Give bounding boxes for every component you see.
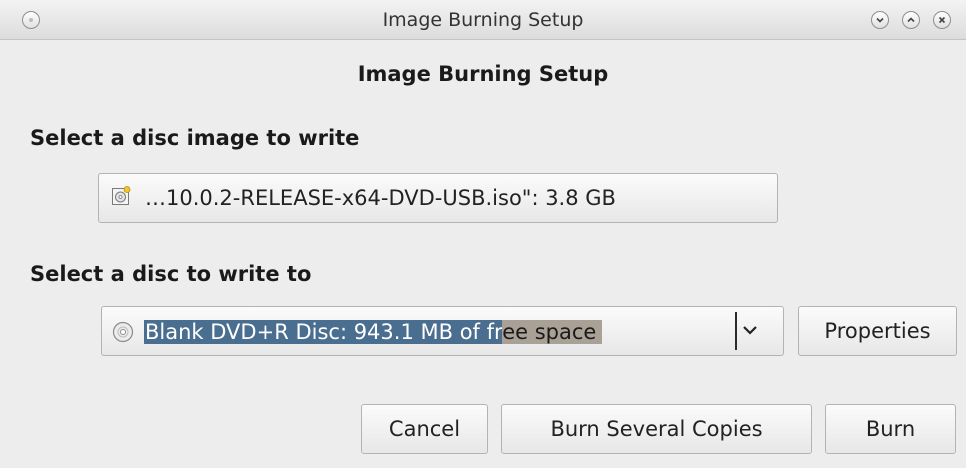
combo-separator xyxy=(735,312,737,350)
disc-selection-part1: Blank DVD+R Disc: 943.1 MB of fr xyxy=(144,320,503,344)
burn-button[interactable]: Burn xyxy=(825,404,956,454)
image-file-button[interactable]: …10.0.2-RELEASE-x64-DVD-USB.iso": 3.8 GB xyxy=(98,173,778,223)
chevron-down-icon[interactable] xyxy=(741,322,759,341)
select-disc-label: Select a disc to write to xyxy=(30,262,312,286)
window-titlebar[interactable]: Image Burning Setup xyxy=(0,0,966,40)
maximize-icon[interactable] xyxy=(902,11,920,29)
close-icon[interactable] xyxy=(933,11,951,29)
optical-disc-icon xyxy=(112,321,134,347)
minimize-icon[interactable] xyxy=(871,11,889,29)
disc-selection-part2: ee space xyxy=(502,320,603,344)
disc-image-icon xyxy=(111,185,131,211)
burn-several-copies-button[interactable]: Burn Several Copies xyxy=(501,404,812,454)
select-image-label: Select a disc image to write xyxy=(30,126,360,150)
disc-select-combobox[interactable]: Blank DVD+R Disc: 943.1 MB of free space xyxy=(101,306,784,356)
image-file-label: …10.0.2-RELEASE-x64-DVD-USB.iso": 3.8 GB xyxy=(145,186,616,210)
properties-button[interactable]: Properties xyxy=(798,306,957,356)
disc-select-text[interactable]: Blank DVD+R Disc: 943.1 MB of free space xyxy=(144,315,738,349)
cancel-button[interactable]: Cancel xyxy=(361,404,488,454)
dialog-heading: Image Burning Setup xyxy=(357,62,609,86)
window-title: Image Burning Setup xyxy=(382,9,584,31)
